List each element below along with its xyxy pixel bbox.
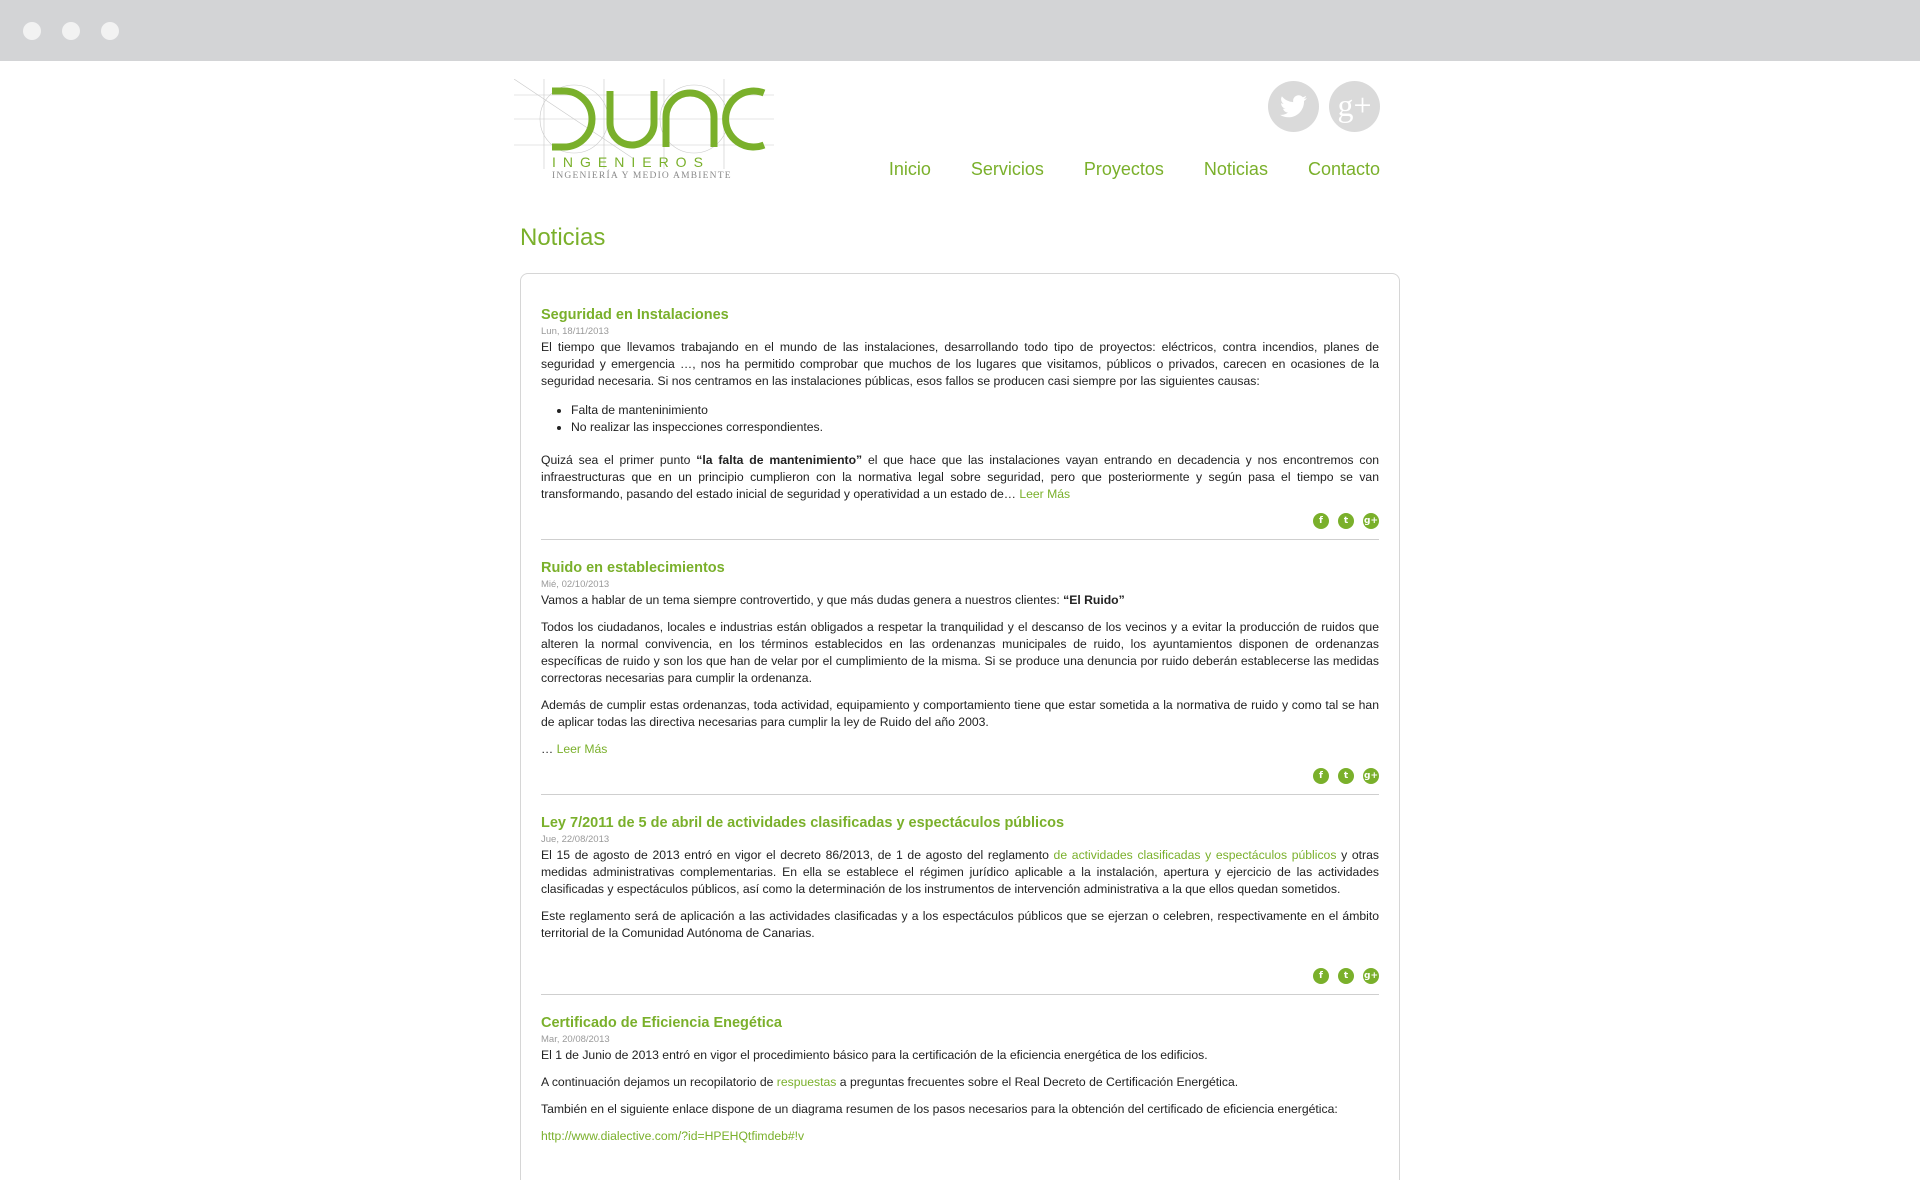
article-date: Jue, 22/08/2013 xyxy=(541,834,610,845)
news-article: Seguridad en Instalaciones Lun, 18/11/20… xyxy=(541,274,1379,540)
article-paragraph: Todos los ciudadanos, locales e industri… xyxy=(541,620,1379,685)
browser-titlebar xyxy=(0,0,1920,61)
read-more-link[interactable]: Leer Más xyxy=(1019,487,1070,501)
bold-text: “la falta de mantenimiento” xyxy=(696,453,863,467)
share-buttons: f t g+ xyxy=(541,768,1379,784)
inline-link[interactable]: respuestas xyxy=(777,1075,837,1089)
nav-item-contacto[interactable]: Contacto xyxy=(1308,159,1380,180)
article-title[interactable]: Ruido en establecimientos xyxy=(541,560,1379,576)
google-plus-share-icon[interactable]: g+ xyxy=(1363,513,1379,529)
article-paragraph: El tiempo que llevamos trabajando en el … xyxy=(541,340,1379,388)
twitter-button[interactable] xyxy=(1268,81,1319,132)
share-buttons: f t g+ xyxy=(541,968,1379,984)
twitter-share-icon[interactable]: t xyxy=(1338,968,1354,984)
news-list: Seguridad en Instalaciones Lun, 18/11/20… xyxy=(520,273,1400,1180)
article-paragraph: También en el siguiente enlace dispone d… xyxy=(541,1102,1338,1116)
article-title[interactable]: Certificado de Eficiencia Enegética xyxy=(541,1015,1379,1031)
article-paragraph: Vamos a hablar de un tema siempre contro… xyxy=(541,593,1125,607)
share-buttons: f t g+ xyxy=(541,513,1379,529)
article-title[interactable]: Seguridad en Instalaciones xyxy=(541,307,1379,323)
article-paragraph: Además de cumplir estas ordenanzas, toda… xyxy=(541,698,1379,729)
site-logo[interactable]: INGENIEROS INGENIERÍA Y MEDIO AMBIENTE xyxy=(514,79,774,189)
article-date: Lun, 18/11/2013 xyxy=(541,326,609,337)
article-paragraph: Quizá sea el primer punto “la falta de m… xyxy=(541,453,1380,501)
article-date: Mié, 02/10/2013 xyxy=(541,579,610,590)
news-article: Ley 7/2011 de 5 de abril de actividades … xyxy=(541,795,1379,995)
twitter-icon xyxy=(1279,94,1307,117)
svg-text:INGENIEROS: INGENIEROS xyxy=(552,154,710,170)
article-bullet-list: Falta de manteninimiento No realizar las… xyxy=(571,402,1379,436)
news-article: Certificado de Eficiencia Enegética Mar,… xyxy=(541,995,1379,1155)
read-more-link[interactable]: Leer Más xyxy=(557,742,608,756)
nav-item-inicio[interactable]: Inicio xyxy=(889,159,931,180)
page-title: Noticias xyxy=(520,224,606,251)
article-paragraph: El 15 de agosto de 2013 entró en vigor e… xyxy=(541,848,1379,896)
google-plus-share-icon[interactable]: g+ xyxy=(1363,768,1379,784)
window-minimize-dot[interactable] xyxy=(62,22,80,40)
google-plus-share-icon[interactable]: g+ xyxy=(1363,968,1379,984)
window-close-dot[interactable] xyxy=(23,22,41,40)
article-paragraph: Este reglamento será de aplicación a las… xyxy=(541,909,1379,940)
logo-tagline: INGENIERÍA Y MEDIO AMBIENTE xyxy=(552,171,732,181)
page: INGENIEROS INGENIERÍA Y MEDIO AMBIENTE g… xyxy=(0,61,1920,1180)
social-links: g+ xyxy=(1268,81,1380,132)
list-item: No realizar las inspecciones correspondi… xyxy=(571,419,1379,436)
facebook-share-icon[interactable]: f xyxy=(1313,513,1329,529)
twitter-share-icon[interactable]: t xyxy=(1338,768,1354,784)
article-paragraph: A continuación dejamos un recopilatorio … xyxy=(541,1075,1239,1089)
nav-item-proyectos[interactable]: Proyectos xyxy=(1084,159,1164,180)
inline-link[interactable]: de actividades clasificadas y espectácul… xyxy=(1054,848,1337,862)
list-item: Falta de manteninimiento xyxy=(571,402,1379,419)
google-plus-icon: g+ xyxy=(1337,86,1372,123)
facebook-share-icon[interactable]: f xyxy=(1313,968,1329,984)
news-article: Ruido en establecimientos Mié, 02/10/201… xyxy=(541,540,1379,795)
google-plus-button[interactable]: g+ xyxy=(1329,81,1380,132)
nav-item-servicios[interactable]: Servicios xyxy=(971,159,1044,180)
main-nav: Inicio Servicios Proyectos Noticias Cont… xyxy=(889,159,1380,180)
article-title[interactable]: Ley 7/2011 de 5 de abril de actividades … xyxy=(541,815,1379,831)
article-date: Mar, 20/08/2013 xyxy=(541,1034,610,1045)
window-maximize-dot[interactable] xyxy=(101,22,119,40)
nav-item-noticias[interactable]: Noticias xyxy=(1204,159,1268,180)
article-paragraph: http://www.dialective.com/?id=HPEHQtfimd… xyxy=(541,1128,1379,1145)
article-paragraph: El 1 de Junio de 2013 entró en vigor el … xyxy=(541,1048,1208,1062)
article-paragraph: … Leer Más xyxy=(541,742,608,756)
twitter-share-icon[interactable]: t xyxy=(1338,513,1354,529)
facebook-share-icon[interactable]: f xyxy=(1313,768,1329,784)
external-link[interactable]: http://www.dialective.com/?id=HPEHQtfimd… xyxy=(541,1129,804,1143)
bold-text: “El Ruido” xyxy=(1063,593,1125,607)
